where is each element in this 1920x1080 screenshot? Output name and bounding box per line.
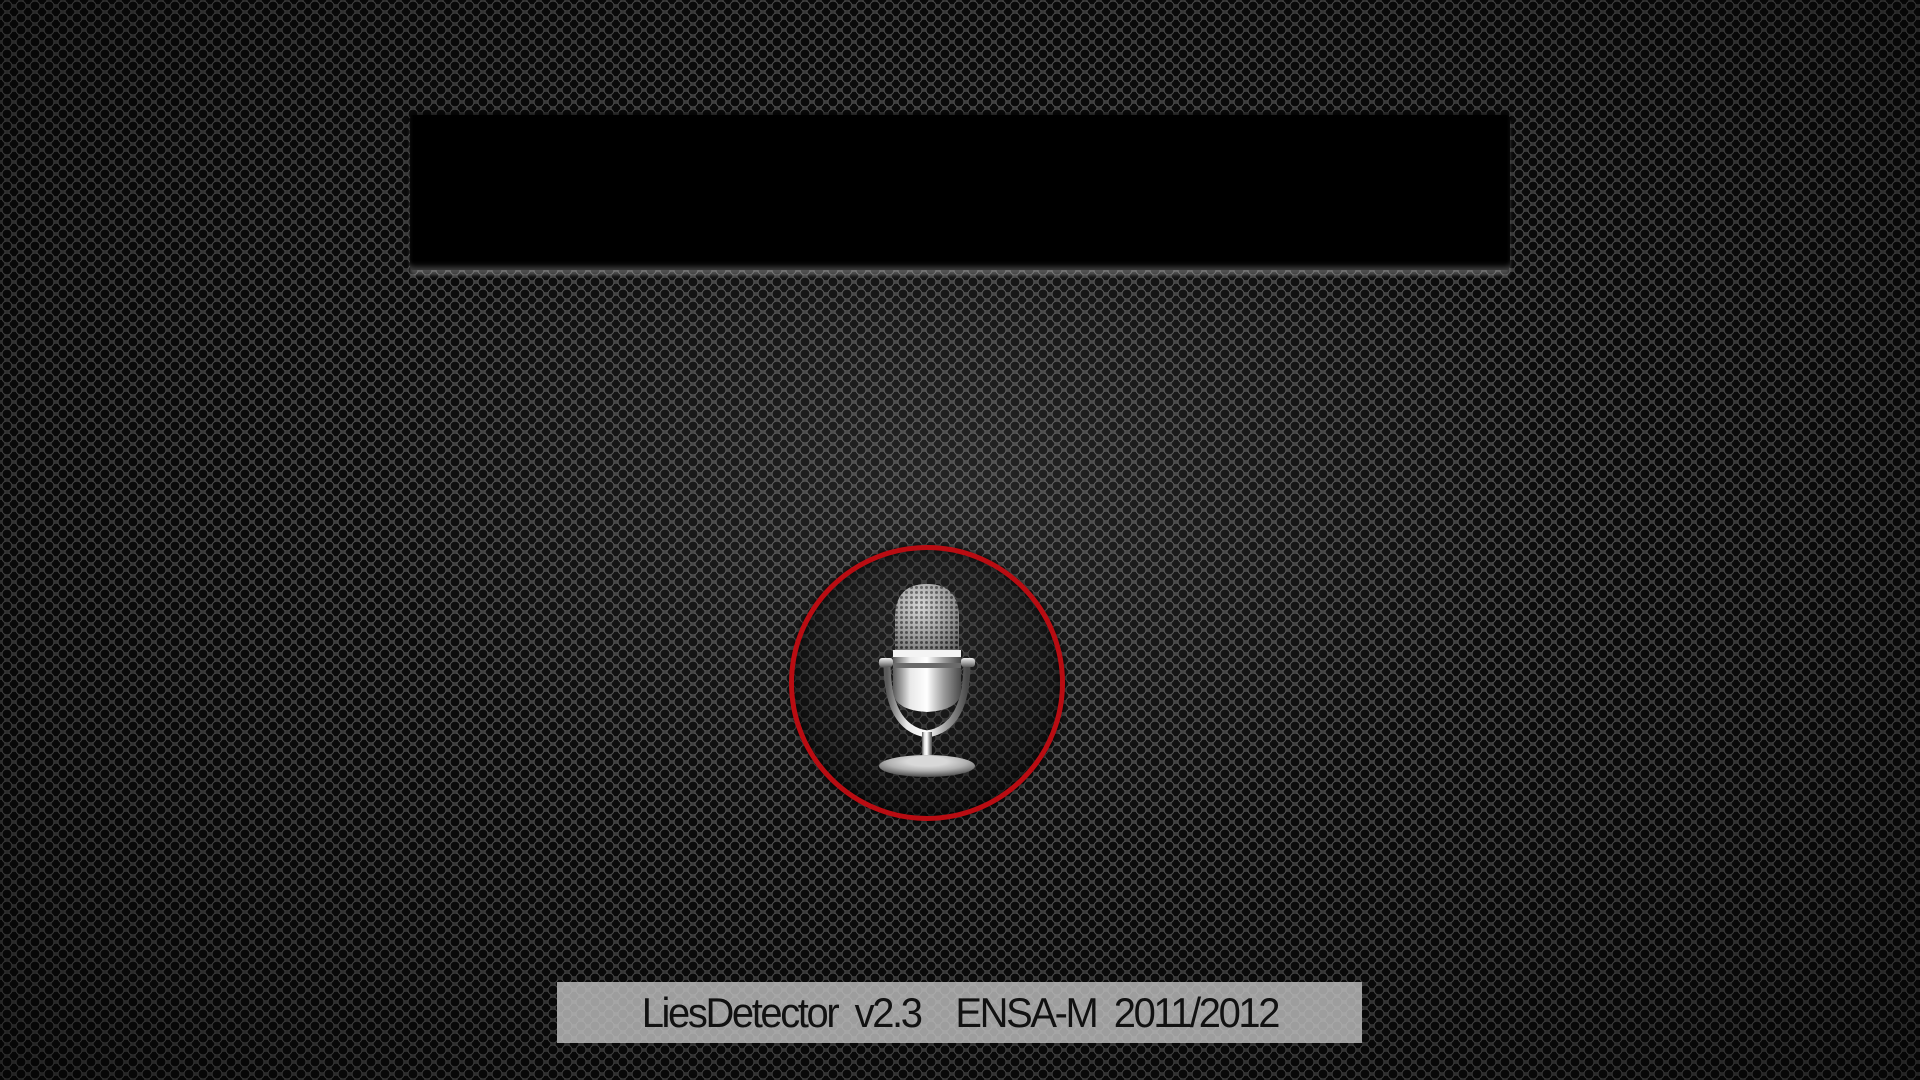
app-info-text: LiesDetector v2.3 ENSA-M 2011/2012 (641, 988, 1280, 1036)
result-display-panel (410, 115, 1510, 270)
record-mic-button[interactable] (789, 545, 1065, 821)
microphone-icon (879, 584, 975, 777)
app-window: LiesDetector v2.3 ENSA-M 2011/2012 (0, 0, 1920, 1080)
app-info-label: LiesDetector v2.3 ENSA-M 2011/2012 (557, 982, 1362, 1043)
result-display-text (410, 115, 1510, 270)
